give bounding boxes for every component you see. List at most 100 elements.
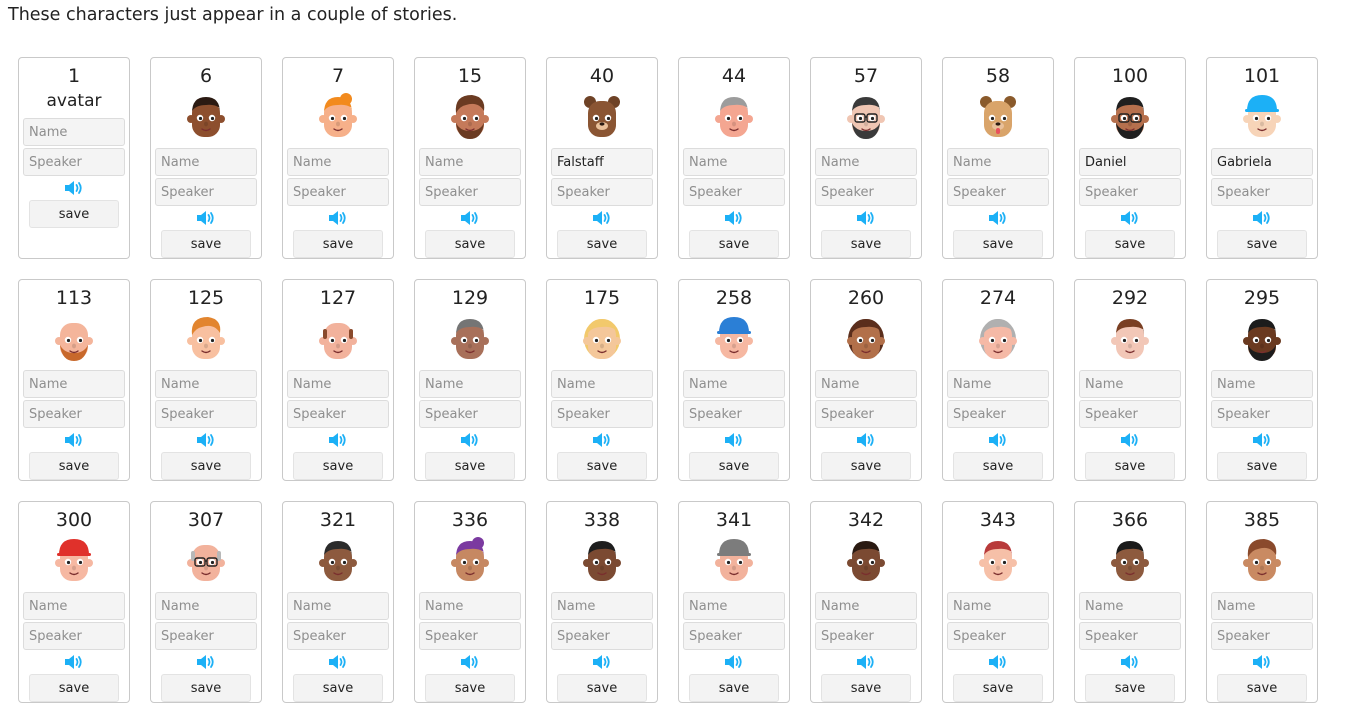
name-input[interactable] [683,148,785,176]
speaker-input[interactable] [287,622,389,650]
speaker-play-icon[interactable] [327,430,349,450]
name-input[interactable] [1079,370,1181,398]
speaker-play-icon[interactable] [723,430,745,450]
speaker-play-icon[interactable] [987,652,1009,672]
name-input[interactable] [947,148,1049,176]
speaker-play-icon[interactable] [1119,208,1141,228]
save-button[interactable]: save [1217,452,1307,480]
speaker-input[interactable] [23,148,125,176]
speaker-input[interactable] [1079,622,1181,650]
speaker-input[interactable] [815,178,917,206]
name-input[interactable] [155,148,257,176]
speaker-play-icon[interactable] [63,430,85,450]
speaker-input[interactable] [815,400,917,428]
speaker-play-icon[interactable] [1119,430,1141,450]
save-button[interactable]: save [1085,674,1175,702]
name-input[interactable] [419,592,521,620]
save-button[interactable]: save [953,674,1043,702]
speaker-play-icon[interactable] [459,652,481,672]
speaker-input[interactable] [23,400,125,428]
name-input[interactable] [287,148,389,176]
name-input[interactable] [287,592,389,620]
save-button[interactable]: save [29,674,119,702]
name-input[interactable] [1211,592,1313,620]
speaker-play-icon[interactable] [459,208,481,228]
speaker-play-icon[interactable] [855,208,877,228]
name-input[interactable] [155,592,257,620]
speaker-input[interactable] [815,622,917,650]
save-button[interactable]: save [1217,230,1307,258]
speaker-play-icon[interactable] [1119,652,1141,672]
name-input[interactable] [551,370,653,398]
name-input[interactable] [683,370,785,398]
save-button[interactable]: save [557,230,647,258]
speaker-input[interactable] [1211,400,1313,428]
name-input[interactable] [1211,370,1313,398]
save-button[interactable]: save [821,452,911,480]
speaker-play-icon[interactable] [195,430,217,450]
name-input[interactable] [947,592,1049,620]
save-button[interactable]: save [689,674,779,702]
speaker-play-icon[interactable] [1251,430,1273,450]
save-button[interactable]: save [557,452,647,480]
save-button[interactable]: save [293,230,383,258]
name-input[interactable] [155,370,257,398]
save-button[interactable]: save [161,674,251,702]
speaker-input[interactable] [155,400,257,428]
speaker-input[interactable] [551,400,653,428]
name-input[interactable] [1079,592,1181,620]
save-button[interactable]: save [1085,230,1175,258]
speaker-play-icon[interactable] [987,430,1009,450]
name-input[interactable] [23,592,125,620]
speaker-input[interactable] [683,622,785,650]
speaker-play-icon[interactable] [723,652,745,672]
speaker-play-icon[interactable] [195,652,217,672]
speaker-play-icon[interactable] [63,178,85,198]
speaker-input[interactable] [1211,178,1313,206]
name-input[interactable] [287,370,389,398]
save-button[interactable]: save [293,452,383,480]
save-button[interactable]: save [425,674,515,702]
name-input[interactable] [23,118,125,146]
speaker-input[interactable] [155,178,257,206]
speaker-input[interactable] [551,622,653,650]
name-input[interactable] [551,592,653,620]
speaker-input[interactable] [1211,622,1313,650]
save-button[interactable]: save [689,452,779,480]
save-button[interactable]: save [161,452,251,480]
save-button[interactable]: save [821,230,911,258]
name-input[interactable] [551,148,653,176]
name-input[interactable] [815,148,917,176]
speaker-input[interactable] [947,400,1049,428]
speaker-play-icon[interactable] [1251,652,1273,672]
name-input[interactable] [815,370,917,398]
save-button[interactable]: save [29,200,119,228]
speaker-input[interactable] [683,178,785,206]
speaker-input[interactable] [287,400,389,428]
speaker-play-icon[interactable] [855,430,877,450]
speaker-input[interactable] [1079,400,1181,428]
save-button[interactable]: save [293,674,383,702]
speaker-play-icon[interactable] [1251,208,1273,228]
speaker-input[interactable] [551,178,653,206]
name-input[interactable] [23,370,125,398]
speaker-input[interactable] [155,622,257,650]
speaker-input[interactable] [947,622,1049,650]
speaker-play-icon[interactable] [591,652,613,672]
name-input[interactable] [815,592,917,620]
speaker-play-icon[interactable] [987,208,1009,228]
save-button[interactable]: save [29,452,119,480]
speaker-play-icon[interactable] [327,652,349,672]
speaker-input[interactable] [947,178,1049,206]
speaker-input[interactable] [23,622,125,650]
name-input[interactable] [947,370,1049,398]
save-button[interactable]: save [425,230,515,258]
save-button[interactable]: save [689,230,779,258]
speaker-input[interactable] [287,178,389,206]
speaker-play-icon[interactable] [459,430,481,450]
speaker-play-icon[interactable] [327,208,349,228]
save-button[interactable]: save [1085,452,1175,480]
speaker-input[interactable] [419,400,521,428]
speaker-input[interactable] [683,400,785,428]
save-button[interactable]: save [953,452,1043,480]
